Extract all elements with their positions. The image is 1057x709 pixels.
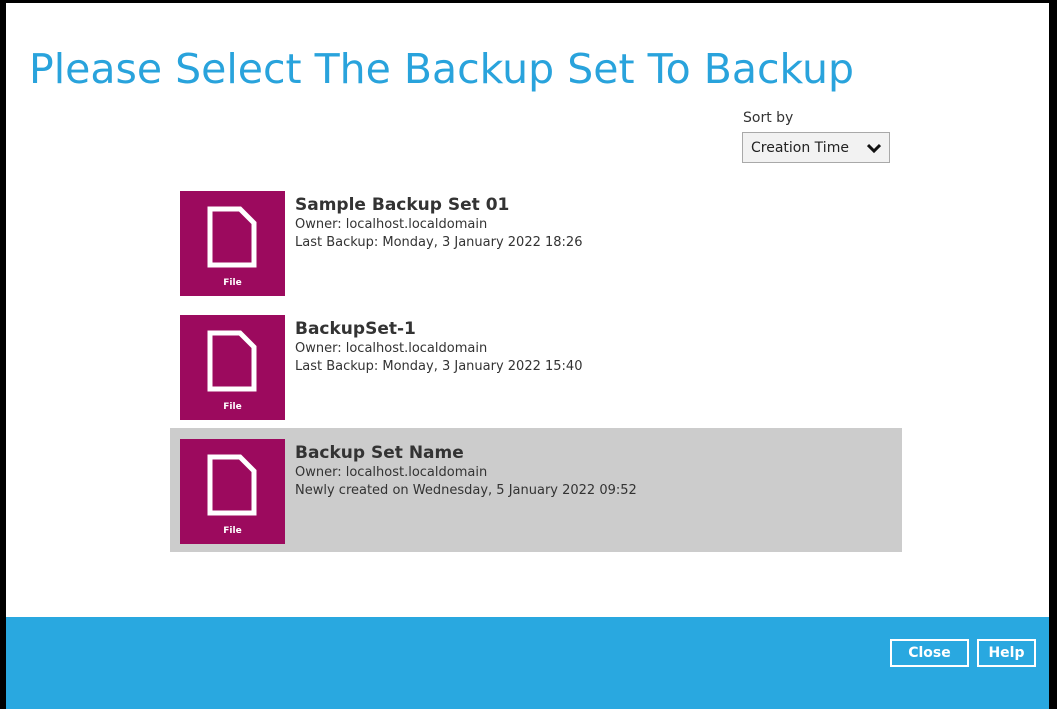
backup-set-type-tile: File bbox=[180, 439, 285, 544]
footer-bar: Close Help bbox=[6, 617, 1049, 709]
window-top-border bbox=[0, 0, 1057, 3]
backup-set-item-sample-backup-set-01[interactable]: File Sample Backup Set 01 Owner: localho… bbox=[170, 180, 902, 304]
backup-set-item-backupset-1[interactable]: File BackupSet-1 Owner: localhost.locald… bbox=[170, 304, 902, 428]
sort-by-dropdown[interactable]: Creation Time bbox=[742, 132, 890, 163]
file-icon bbox=[207, 206, 257, 268]
file-icon bbox=[207, 330, 257, 392]
backup-set-type-label: File bbox=[223, 526, 242, 536]
backup-set-owner: Owner: localhost.localdomain bbox=[295, 341, 488, 356]
backup-set-created: Newly created on Wednesday, 5 January 20… bbox=[295, 483, 637, 498]
backup-set-name: Sample Backup Set 01 bbox=[295, 195, 510, 215]
backup-set-list: File Sample Backup Set 01 Owner: localho… bbox=[170, 180, 902, 552]
sort-by-selected-value: Creation Time bbox=[751, 139, 849, 156]
page-title: Please Select The Backup Set To Backup bbox=[29, 45, 855, 93]
close-button[interactable]: Close bbox=[890, 639, 969, 667]
file-icon bbox=[207, 454, 257, 516]
backup-set-type-tile: File bbox=[180, 315, 285, 420]
window-right-border bbox=[1049, 0, 1057, 709]
backup-set-type-tile: File bbox=[180, 191, 285, 296]
backup-set-owner: Owner: localhost.localdomain bbox=[295, 217, 488, 232]
backup-set-last-backup: Last Backup: Monday, 3 January 2022 18:2… bbox=[295, 235, 583, 250]
backup-set-name: BackupSet-1 bbox=[295, 319, 416, 339]
backup-set-type-label: File bbox=[223, 402, 242, 412]
backup-set-last-backup: Last Backup: Monday, 3 January 2022 15:4… bbox=[295, 359, 583, 374]
window-left-border bbox=[0, 0, 6, 709]
backup-set-item-backup-set-name[interactable]: File Backup Set Name Owner: localhost.lo… bbox=[170, 428, 902, 552]
help-button[interactable]: Help bbox=[977, 639, 1036, 667]
sort-by-label: Sort by bbox=[743, 110, 794, 126]
backup-set-name: Backup Set Name bbox=[295, 443, 464, 463]
chevron-down-icon bbox=[867, 143, 881, 154]
backup-set-owner: Owner: localhost.localdomain bbox=[295, 465, 488, 480]
backup-set-type-label: File bbox=[223, 278, 242, 288]
